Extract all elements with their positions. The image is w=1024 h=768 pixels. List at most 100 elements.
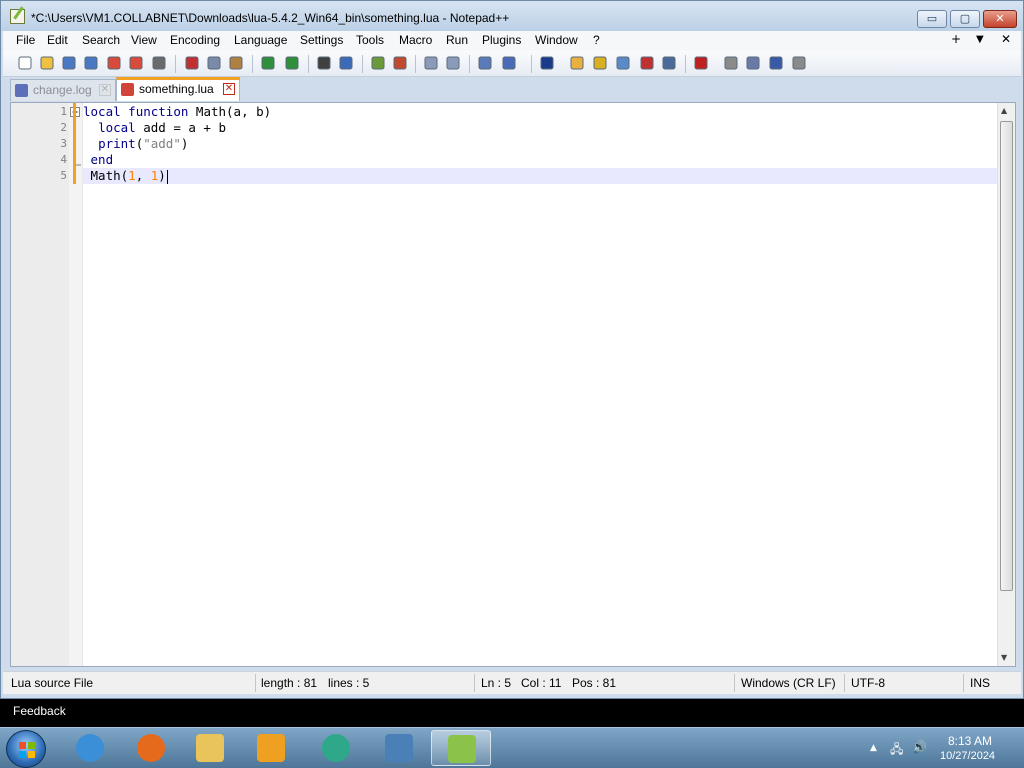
menu-edit[interactable]: Edit	[47, 33, 68, 47]
taskbar-button[interactable]	[306, 730, 366, 766]
sync-vertical-icon[interactable]	[423, 55, 439, 71]
toolbar	[3, 51, 1021, 77]
scroll-down-icon[interactable]: ▼	[1001, 653, 1007, 662]
volume-icon[interactable]: 🔊	[912, 740, 927, 754]
monitoring-icon[interactable]	[661, 55, 677, 71]
code-line[interactable]: print("add")	[83, 136, 997, 152]
vertical-scrollbar[interactable]: ▲ ▼	[997, 103, 1015, 666]
redo-icon[interactable]	[284, 55, 300, 71]
save-all-icon[interactable]	[83, 55, 99, 71]
show-all-chars-icon[interactable]	[501, 55, 517, 71]
start-button[interactable]	[6, 730, 46, 768]
zoom-out-icon[interactable]	[392, 55, 408, 71]
toolbar-separator	[252, 55, 253, 73]
line-number: 2	[60, 121, 67, 134]
menu-language[interactable]: Language	[234, 33, 287, 47]
menu-file[interactable]: File	[16, 33, 35, 47]
taskbar-button[interactable]	[121, 730, 181, 766]
menu-help[interactable]: ?	[593, 33, 600, 47]
scroll-up-icon[interactable]: ▲	[1001, 106, 1007, 115]
menu-bar: File Edit Search View Encoding Language …	[3, 31, 1021, 51]
scroll-thumb[interactable]	[1000, 121, 1013, 591]
menu-plugins[interactable]: Plugins	[482, 33, 521, 47]
code-line[interactable]: local add = a + b	[83, 120, 997, 136]
document-tab-bar: change.log ✕ something.lua ✕	[3, 77, 1021, 101]
close-icon[interactable]	[106, 55, 122, 71]
new-tab-plus-icon[interactable]: +	[951, 32, 961, 46]
toolbar-separator	[308, 55, 309, 73]
menu-macro[interactable]: Macro	[399, 33, 432, 47]
status-divider	[255, 674, 256, 692]
minimize-button[interactable]: ▭	[917, 10, 947, 28]
save-icon[interactable]	[61, 55, 77, 71]
menu-window[interactable]: Window	[535, 33, 578, 47]
network-icon[interactable]: 🖧	[890, 740, 903, 761]
document-list-icon[interactable]	[639, 55, 655, 71]
undo-icon[interactable]	[260, 55, 276, 71]
new-file-icon[interactable]	[17, 55, 33, 71]
stop-macro-icon[interactable]	[723, 55, 739, 71]
copy-icon[interactable]	[206, 55, 222, 71]
taskbar-button[interactable]	[60, 730, 120, 766]
close-button[interactable]: ✕	[983, 10, 1017, 28]
show-hidden-icons-icon[interactable]: ▲	[870, 743, 877, 753]
open-file-icon[interactable]	[39, 55, 55, 71]
word-wrap-icon[interactable]	[477, 55, 493, 71]
fold-margin[interactable]	[69, 103, 83, 666]
zoom-in-icon[interactable]	[370, 55, 386, 71]
menu-run[interactable]: Run	[446, 33, 468, 47]
menu-search[interactable]: Search	[82, 33, 120, 47]
line-number: 1	[60, 105, 67, 118]
code-editor[interactable]: 1 2 3 4 5 local function Math(a, b) local ad…	[10, 102, 1016, 667]
replace-icon[interactable]	[338, 55, 354, 71]
close-document-icon[interactable]: ✕	[1001, 32, 1011, 46]
code-area[interactable]: local function Math(a, b) local add = a …	[73, 103, 997, 666]
clock-time[interactable]: 8:13 AM	[948, 734, 992, 748]
paste-icon[interactable]	[228, 55, 244, 71]
close-all-icon[interactable]	[128, 55, 144, 71]
doc-map-icon[interactable]	[569, 55, 585, 71]
function-list-icon[interactable]	[592, 55, 608, 71]
folder-workspace-icon[interactable]	[615, 55, 631, 71]
status-column: Col : 11	[521, 676, 562, 690]
status-line: Ln : 5	[481, 676, 512, 690]
tab-label: change.log	[33, 83, 92, 97]
firefox-icon	[137, 734, 165, 762]
notepad-plus-plus-icon	[448, 735, 476, 763]
code-line[interactable]: Math(1, 1)	[83, 168, 997, 184]
maximize-button[interactable]: ▢	[950, 10, 980, 28]
code-token: 1	[128, 168, 136, 183]
tab-change-log[interactable]: change.log ✕	[10, 79, 116, 101]
tab-list-dropdown-icon[interactable]: ▼	[976, 34, 984, 45]
taskbar-button[interactable]	[369, 730, 429, 766]
sync-horizontal-icon[interactable]	[445, 55, 461, 71]
menu-settings[interactable]: Settings	[300, 33, 343, 47]
print-icon[interactable]	[151, 55, 167, 71]
taskbar-button[interactable]	[241, 730, 301, 766]
title-bar[interactable]: *C:\Users\VM1.COLLABNET\Downloads\lua-5.…	[1, 1, 1023, 31]
feedback-link[interactable]: Feedback	[13, 704, 66, 718]
cut-icon[interactable]	[184, 55, 200, 71]
text-caret	[167, 170, 168, 184]
code-line[interactable]: end	[83, 152, 997, 168]
menu-encoding[interactable]: Encoding	[170, 33, 220, 47]
taskbar-button[interactable]	[431, 730, 491, 766]
code-token: Math(a, b)	[188, 104, 272, 119]
play-macro-icon[interactable]	[745, 55, 761, 71]
line-number-gutter: 1 2 3 4 5	[11, 103, 69, 666]
close-tab-icon[interactable]: ✕	[223, 83, 235, 95]
menu-tools[interactable]: Tools	[356, 33, 384, 47]
taskbar-button[interactable]	[180, 730, 240, 766]
indent-guide-icon[interactable]	[539, 55, 555, 71]
tab-something-lua[interactable]: something.lua ✕	[116, 77, 240, 101]
close-tab-icon[interactable]: ✕	[99, 84, 111, 96]
code-line[interactable]: local function Math(a, b)	[83, 104, 997, 120]
run-macro-multiple-icon[interactable]	[768, 55, 784, 71]
clock-date[interactable]: 10/27/2024	[940, 750, 995, 762]
record-macro-icon[interactable]	[693, 55, 709, 71]
save-macro-icon[interactable]	[791, 55, 807, 71]
menu-view[interactable]: View	[131, 33, 157, 47]
notepad-plus-plus-icon[interactable]	[10, 9, 25, 24]
find-icon[interactable]	[316, 55, 332, 71]
